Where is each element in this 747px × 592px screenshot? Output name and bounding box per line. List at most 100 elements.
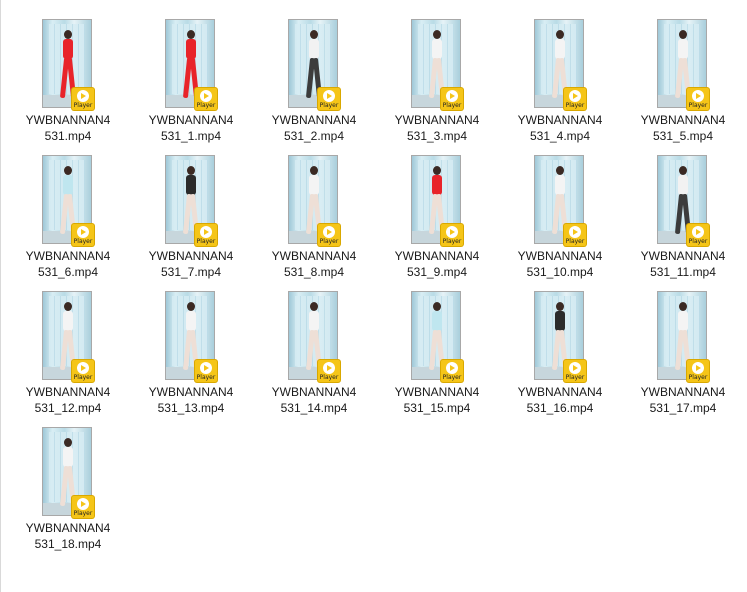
file-name: YWBNANNAN4 531_17.mp4 — [623, 384, 743, 416]
player-badge: Player — [72, 496, 94, 518]
file-name-line1: YWBNANNAN4 — [271, 249, 357, 263]
file-item[interactable]: Player YWBNANNAN4 531_1.mp4 — [131, 16, 251, 150]
file-name-line1: YWBNANNAN4 — [148, 113, 234, 127]
player-badge: Player — [687, 360, 709, 382]
player-badge: Player — [195, 88, 217, 110]
figure-outfit — [432, 311, 442, 331]
player-badge: Player — [72, 224, 94, 246]
player-badge-label: Player — [196, 238, 216, 245]
play-icon — [446, 362, 458, 374]
file-item[interactable]: Player YWBNANNAN4 531_10.mp4 — [500, 152, 620, 286]
file-name-line2: 531_1.mp4 — [160, 129, 222, 143]
play-icon — [200, 226, 212, 238]
figure-outfit — [555, 175, 565, 195]
play-icon — [323, 226, 335, 238]
figure-head — [433, 30, 441, 39]
figure-outfit — [309, 311, 319, 331]
player-badge-label: Player — [319, 238, 339, 245]
player-badge-label: Player — [688, 238, 708, 245]
figure-outfit — [678, 175, 688, 195]
file-name-line1: YWBNANNAN4 — [394, 249, 480, 263]
file-name-line1: YWBNANNAN4 — [25, 113, 111, 127]
file-item[interactable]: Player YWBNANNAN4 531_5.mp4 — [623, 16, 743, 150]
play-icon — [323, 362, 335, 374]
player-badge: Player — [72, 88, 94, 110]
file-item[interactable]: Player YWBNANNAN4 531_18.mp4 — [8, 424, 128, 558]
figure-head — [679, 166, 687, 175]
figure-outfit — [555, 311, 565, 331]
file-name-line1: YWBNANNAN4 — [148, 249, 234, 263]
player-badge: Player — [441, 88, 463, 110]
player-badge-label: Player — [688, 102, 708, 109]
file-item[interactable]: Player YWBNANNAN4 531_12.mp4 — [8, 288, 128, 422]
play-icon — [77, 362, 89, 374]
figure-head — [433, 302, 441, 311]
figure-outfit — [63, 447, 73, 467]
file-name-line2: 531_9.mp4 — [406, 265, 468, 279]
player-badge-label: Player — [73, 374, 93, 381]
file-item[interactable]: Player YWBNANNAN4 531.mp4 — [8, 16, 128, 150]
file-item[interactable]: Player YWBNANNAN4 531_9.mp4 — [377, 152, 497, 286]
file-name-line1: YWBNANNAN4 — [517, 385, 603, 399]
file-name-line2: 531_15.mp4 — [403, 401, 471, 415]
file-item[interactable]: Player YWBNANNAN4 531_4.mp4 — [500, 16, 620, 150]
player-badge: Player — [564, 224, 586, 246]
player-badge: Player — [72, 360, 94, 382]
file-name-line2: 531_14.mp4 — [280, 401, 348, 415]
file-item[interactable]: Player YWBNANNAN4 531_3.mp4 — [377, 16, 497, 150]
file-name: YWBNANNAN4 531_12.mp4 — [8, 384, 128, 416]
player-badge-label: Player — [565, 374, 585, 381]
file-name-line2: 531.mp4 — [44, 129, 92, 143]
player-badge: Player — [564, 360, 586, 382]
play-icon — [569, 362, 581, 374]
file-item[interactable]: Player YWBNANNAN4 531_2.mp4 — [254, 16, 374, 150]
file-name-line2: 531_17.mp4 — [649, 401, 717, 415]
figure-head — [310, 166, 318, 175]
file-item[interactable]: Player YWBNANNAN4 531_8.mp4 — [254, 152, 374, 286]
file-item[interactable]: Player YWBNANNAN4 531_17.mp4 — [623, 288, 743, 422]
figure-outfit — [678, 39, 688, 59]
figure-head — [187, 302, 195, 311]
file-item[interactable]: Player YWBNANNAN4 531_11.mp4 — [623, 152, 743, 286]
player-badge-label: Player — [73, 510, 93, 517]
file-name-line1: YWBNANNAN4 — [271, 113, 357, 127]
file-name: YWBNANNAN4 531_14.mp4 — [254, 384, 374, 416]
play-icon — [446, 90, 458, 102]
file-name: YWBNANNAN4 531_5.mp4 — [623, 112, 743, 144]
file-name-line2: 531_7.mp4 — [160, 265, 222, 279]
file-name: YWBNANNAN4 531_13.mp4 — [131, 384, 251, 416]
file-item[interactable]: Player YWBNANNAN4 531_14.mp4 — [254, 288, 374, 422]
file-name-line1: YWBNANNAN4 — [640, 113, 726, 127]
figure-head — [64, 166, 72, 175]
window-edge — [0, 0, 1, 592]
figure-outfit — [186, 175, 196, 195]
play-icon — [323, 90, 335, 102]
file-name-line1: YWBNANNAN4 — [394, 113, 480, 127]
file-name-line1: YWBNANNAN4 — [271, 385, 357, 399]
file-item[interactable]: Player YWBNANNAN4 531_16.mp4 — [500, 288, 620, 422]
player-badge-label: Player — [196, 102, 216, 109]
player-badge-label: Player — [688, 374, 708, 381]
file-name-line1: YWBNANNAN4 — [25, 385, 111, 399]
figure-head — [556, 302, 564, 311]
player-badge-label: Player — [565, 102, 585, 109]
player-badge: Player — [318, 224, 340, 246]
file-name-line2: 531_12.mp4 — [34, 401, 102, 415]
player-badge-label: Player — [442, 374, 462, 381]
file-name: YWBNANNAN4 531_3.mp4 — [377, 112, 497, 144]
file-name-line1: YWBNANNAN4 — [640, 249, 726, 263]
figure-outfit — [309, 39, 319, 59]
play-icon — [200, 90, 212, 102]
player-badge-label: Player — [73, 102, 93, 109]
player-badge: Player — [441, 224, 463, 246]
figure-outfit — [678, 311, 688, 331]
file-item[interactable]: Player YWBNANNAN4 531_13.mp4 — [131, 288, 251, 422]
file-name-line2: 531_4.mp4 — [529, 129, 591, 143]
figure-outfit — [186, 311, 196, 331]
player-badge: Player — [195, 360, 217, 382]
file-item[interactable]: Player YWBNANNAN4 531_15.mp4 — [377, 288, 497, 422]
figure-head — [64, 302, 72, 311]
file-item[interactable]: Player YWBNANNAN4 531_7.mp4 — [131, 152, 251, 286]
file-item[interactable]: Player YWBNANNAN4 531_6.mp4 — [8, 152, 128, 286]
file-name-line2: 531_13.mp4 — [157, 401, 225, 415]
